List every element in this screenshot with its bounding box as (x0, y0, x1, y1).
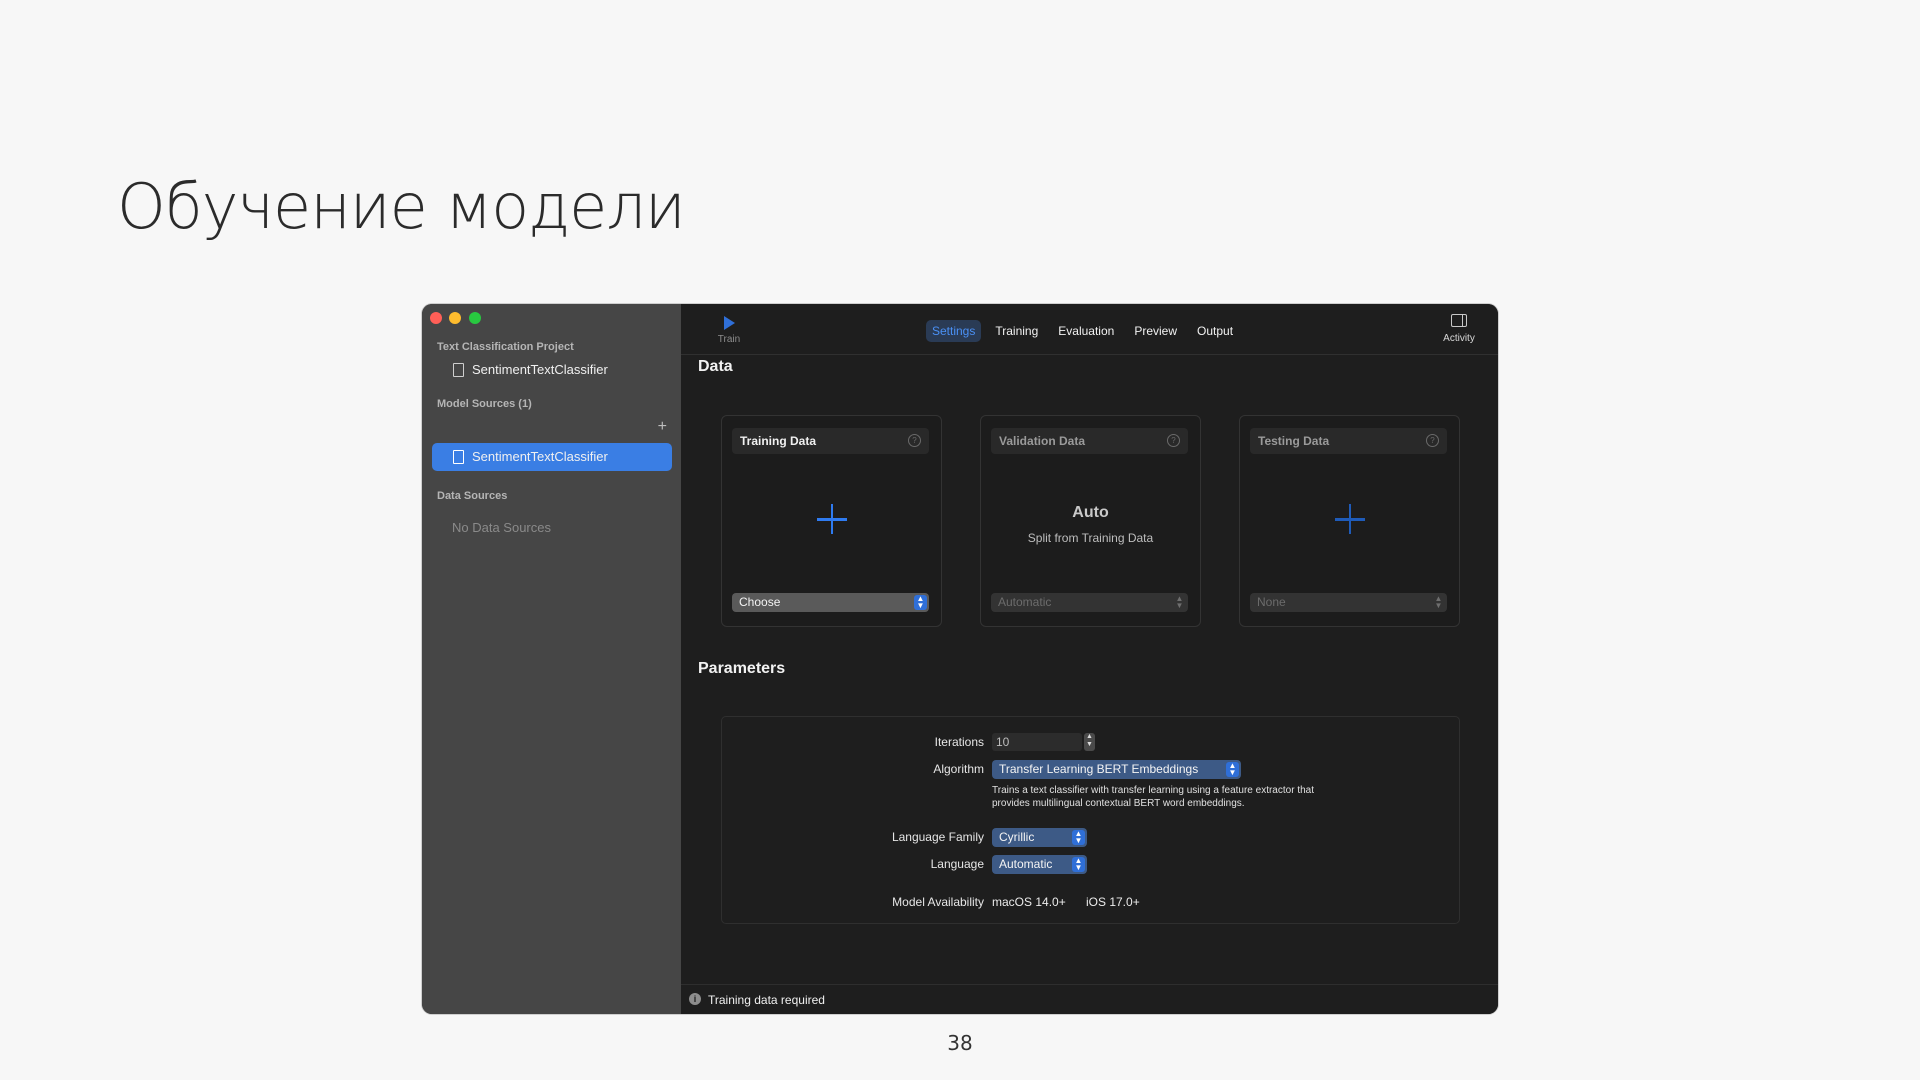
validation-split-text: Split from Training Data (1027, 531, 1154, 545)
card-header: Training Data ? (732, 428, 929, 454)
card-header: Testing Data ? (1250, 428, 1447, 454)
status-text: Training data required (708, 993, 825, 1007)
parameters-section-title: Parameters (698, 660, 786, 677)
chevron-updown-icon: ▲ ▼ (1226, 762, 1239, 777)
chevron-updown-icon: ▲ ▼ (1434, 594, 1443, 610)
no-data-sources-text: No Data Sources (452, 520, 551, 535)
chevron-updown-icon: ▲ ▼ (914, 595, 927, 610)
sidebar-item-project[interactable]: SentimentTextClassifier (432, 356, 672, 384)
help-icon[interactable]: ? (1426, 434, 1439, 447)
model-icon (453, 450, 464, 464)
testing-data-card: Testing Data ? None ▲ ▼ (1239, 415, 1460, 627)
sidebar-toggle-icon (1451, 314, 1467, 327)
language-label: Language (930, 857, 984, 871)
validation-auto-label: Auto (1072, 504, 1109, 521)
play-icon (723, 316, 735, 330)
tab-bar: Settings Training Evaluation Preview Output (926, 320, 1247, 342)
card-title: Validation Data (999, 434, 1086, 448)
activity-label: Activity (1443, 333, 1475, 344)
sidebar-item-model-source[interactable]: SentimentTextClassifier (432, 443, 672, 471)
availability-macos: macOS 14.0+ (992, 895, 1066, 909)
tab-preview[interactable]: Preview (1128, 320, 1183, 342)
training-data-card: Training Data ? Choose ▲ ▼ (721, 415, 942, 627)
data-section-title: Data (698, 358, 733, 375)
main-content: Train Settings Training Evaluation Preview O… (681, 304, 1498, 1014)
validation-data-select[interactable]: Automatic ▲ ▼ (991, 593, 1188, 612)
validation-data-card: Validation Data ? Auto Split from Traini… (980, 415, 1201, 627)
activity-button[interactable]: Activity (1434, 314, 1484, 344)
chevron-updown-icon: ▲ ▼ (1175, 594, 1184, 610)
info-icon: i (689, 993, 701, 1005)
minimize-window-button[interactable] (449, 312, 461, 324)
select-value: None (1257, 595, 1286, 609)
sidebar-item-label: SentimentTextClassifier (472, 449, 608, 464)
sidebar: Text Classification Project SentimentTex… (422, 304, 682, 1014)
select-value: Automatic (998, 595, 1052, 609)
algorithm-description: Trains a text classifier with transfer l… (992, 785, 1314, 809)
data-sources-section-header: Data Sources (437, 490, 508, 502)
algorithm-label: Algorithm (933, 762, 984, 776)
project-section-header: Text Classification Project (437, 341, 574, 353)
tab-output[interactable]: Output (1191, 320, 1239, 342)
language-family-label: Language Family (891, 830, 984, 844)
training-data-select[interactable]: Choose ▲ ▼ (732, 593, 929, 612)
train-button[interactable]: Train (709, 314, 749, 350)
model-availability-label: Model Availability (892, 895, 984, 909)
availability-ios: iOS 17.0+ (1086, 895, 1140, 909)
select-value: Choose (739, 595, 781, 609)
parameters-panel: Iterations 10 ▲ ▼ Algorithm Transfer Lear… (721, 716, 1460, 924)
train-label: Train (717, 334, 741, 345)
tab-settings[interactable]: Settings (926, 320, 982, 342)
document-icon (453, 363, 464, 377)
tab-evaluation[interactable]: Evaluation (1052, 320, 1120, 342)
language-select[interactable]: Automatic ▲ ▼ (992, 855, 1087, 874)
card-title: Training Data (740, 434, 817, 448)
page-number: 38 (947, 1031, 973, 1055)
toolbar: Train Settings Training Evaluation Preview O… (681, 304, 1498, 355)
create-ml-window: Text Classification Project SentimentTex… (422, 304, 1498, 1014)
slide-title: Обучение модели (117, 170, 686, 243)
iterations-label: Iterations (934, 735, 984, 749)
iterations-value: 10 (996, 735, 1010, 749)
chevron-updown-icon: ▲ ▼ (1072, 830, 1085, 845)
add-model-source-icon[interactable]: + (658, 418, 667, 436)
select-value: Transfer Learning BERT Embeddings (999, 762, 1199, 776)
language-family-select[interactable]: Cyrillic ▲ ▼ (992, 828, 1087, 847)
iterations-stepper[interactable]: ▲ ▼ (1084, 733, 1095, 751)
iterations-field[interactable]: 10 (992, 733, 1082, 751)
card-title: Testing Data (1258, 434, 1330, 448)
select-value: Automatic (999, 857, 1053, 871)
zoom-window-button[interactable] (469, 312, 481, 324)
help-icon[interactable]: ? (908, 434, 921, 447)
tab-training[interactable]: Training (989, 320, 1044, 342)
sidebar-item-label: SentimentTextClassifier (472, 362, 608, 377)
add-training-data-icon[interactable] (816, 504, 847, 534)
add-testing-data-icon[interactable] (1334, 504, 1365, 534)
help-icon[interactable]: ? (1167, 434, 1180, 447)
chevron-updown-icon: ▲ ▼ (1072, 857, 1085, 872)
model-sources-section-header: Model Sources (1) (437, 398, 532, 410)
status-bar: i Training data required (681, 984, 1498, 1014)
algorithm-select[interactable]: Transfer Learning BERT Embeddings ▲ ▼ (992, 760, 1241, 779)
select-value: Cyrillic (999, 830, 1035, 844)
close-window-button[interactable] (430, 312, 442, 324)
testing-data-select[interactable]: None ▲ ▼ (1250, 593, 1447, 612)
card-header: Validation Data ? (991, 428, 1188, 454)
